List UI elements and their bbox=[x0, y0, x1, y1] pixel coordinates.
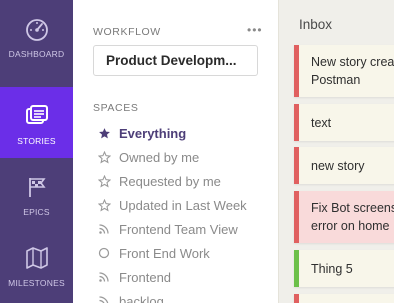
nav-item-milestones[interactable]: MILESTONES bbox=[0, 229, 73, 300]
space-item-frontend[interactable]: Frontend bbox=[97, 267, 277, 287]
spaces-title: SPACES bbox=[93, 102, 139, 114]
column-title: Inbox bbox=[299, 17, 333, 32]
space-item-front-end-work[interactable]: Front End Work bbox=[97, 243, 277, 263]
space-item-updated-last-week[interactable]: Updated in Last Week bbox=[97, 195, 277, 215]
space-item-backlog[interactable]: backlog bbox=[97, 291, 277, 303]
gauge-icon bbox=[22, 14, 52, 44]
nav-label: DASHBOARD bbox=[8, 49, 65, 59]
more-options-button[interactable]: ••• bbox=[247, 23, 263, 37]
inbox-column: Inbox New story crea Postman text new st… bbox=[278, 0, 394, 303]
star-outline-icon bbox=[97, 150, 111, 164]
space-label: Owned by me bbox=[119, 149, 200, 165]
nav-label: STORIES bbox=[17, 136, 56, 146]
space-label: Frontend Team View bbox=[119, 221, 238, 237]
nav-item-stories[interactable]: STORIES bbox=[0, 87, 73, 158]
story-card[interactable]: Fix Bot screens error on home bbox=[294, 191, 394, 243]
circle-icon bbox=[97, 246, 111, 260]
spaces-panel: WORKFLOW ••• Product Developm... SPACES … bbox=[73, 0, 278, 303]
workflow-title: WORKFLOW bbox=[93, 26, 161, 38]
story-card[interactable]: text bbox=[294, 104, 394, 141]
space-item-everything[interactable]: Everything bbox=[97, 123, 277, 143]
story-card[interactable]: New story crea Postman bbox=[294, 45, 394, 97]
nav-item-epics[interactable]: EPICS bbox=[0, 158, 73, 229]
star-outline-icon bbox=[97, 174, 111, 188]
nav-item-dashboard[interactable]: DASHBOARD bbox=[0, 0, 73, 71]
space-label: backlog bbox=[119, 293, 164, 303]
star-filled-icon bbox=[97, 126, 111, 140]
stories-icon bbox=[22, 101, 52, 131]
rss-icon bbox=[97, 270, 111, 284]
nav-label: EPICS bbox=[23, 207, 50, 217]
story-card[interactable]: new story bbox=[294, 147, 394, 184]
story-card-partial[interactable] bbox=[294, 294, 394, 303]
space-label: Requested by me bbox=[119, 173, 221, 189]
space-label: Front End Work bbox=[119, 245, 210, 261]
workflow-dropdown[interactable]: Product Developm... bbox=[93, 45, 258, 76]
flags-icon bbox=[22, 172, 52, 202]
nav-label: MILESTONES bbox=[8, 278, 65, 288]
story-card[interactable]: Thing 5 bbox=[294, 250, 394, 287]
space-label: Updated in Last Week bbox=[119, 197, 247, 213]
space-label: Everything bbox=[119, 125, 187, 141]
space-item-frontend-team-view[interactable]: Frontend Team View bbox=[97, 219, 277, 239]
space-item-requested-by-me[interactable]: Requested by me bbox=[97, 171, 277, 191]
space-label: Frontend bbox=[119, 269, 172, 285]
star-outline-icon bbox=[97, 198, 111, 212]
map-icon bbox=[22, 243, 52, 273]
rss-icon bbox=[97, 294, 111, 303]
space-item-owned-by-me[interactable]: Owned by me bbox=[97, 147, 277, 167]
rss-icon bbox=[97, 222, 111, 236]
main-nav: DASHBOARD STORIES EPICS MILESTONES bbox=[0, 0, 73, 303]
